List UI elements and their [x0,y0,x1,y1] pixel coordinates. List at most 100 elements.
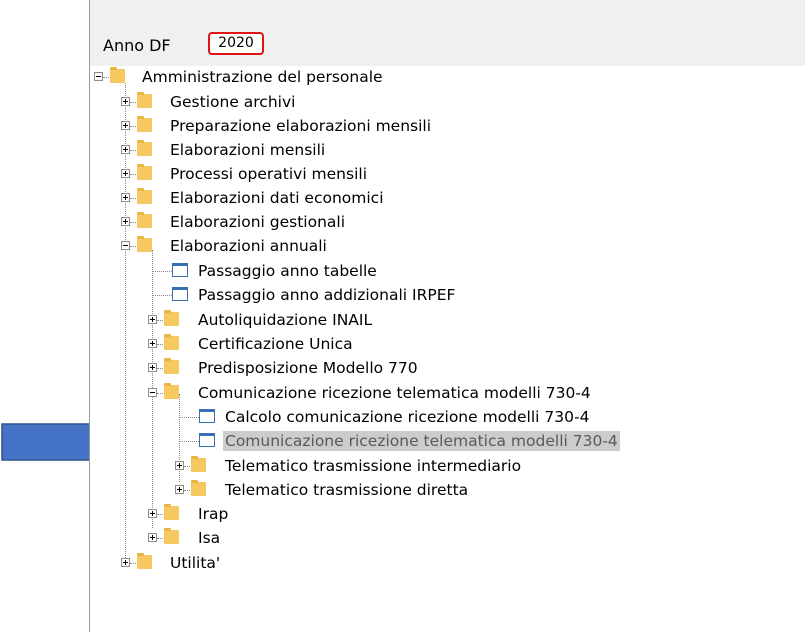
tree-connector [130,126,136,127]
tree-item-label: Elaborazioni dati economici [170,189,384,207]
tree-connector [157,344,163,345]
tree-item-annuali[interactable]: Elaborazioni annuali [90,235,805,257]
folder-icon [137,188,152,204]
tree-item-elab-mensili[interactable]: Elaborazioni mensili [90,139,805,161]
folder-icon [137,140,152,156]
folder-icon [164,383,179,399]
tree-item-calcolo[interactable]: Calcolo comunicazione ricezione modelli … [90,406,805,428]
tree-item-label: Irap [198,505,229,523]
tree-item-cu[interactable]: Certificazione Unica [90,333,805,355]
year-input[interactable]: 2020 [208,32,264,55]
tree-item-label: Elaborazioni annuali [170,237,327,255]
folder-icon [137,553,152,569]
tree-item-root[interactable]: Amministrazione del personale [90,66,805,88]
folder-icon [110,67,125,83]
collapse-icon[interactable] [94,72,103,81]
folder-icon [164,528,179,544]
tree-connector [184,466,190,467]
collapse-icon[interactable] [121,241,130,250]
folder-icon [191,456,206,472]
year-label: Anno DF [103,36,171,55]
tree-item-preparazione[interactable]: Preparazione elaborazioni mensili [90,115,805,137]
tree-item-irap[interactable]: Irap [90,503,805,525]
tree-item-gestionali[interactable]: Elaborazioni gestionali [90,211,805,233]
tree-item-label: Autoliquidazione INAIL [198,311,373,329]
tree-connector [157,320,163,321]
tree-connector [157,538,163,539]
tree-item-comunicazione[interactable]: Comunicazione ricezione telematica model… [90,382,805,404]
tree-item-comunicazione-selected[interactable]: Comunicazione ricezione telematica model… [90,430,805,452]
folder-icon [137,92,152,108]
tree-item-label: Processi operativi mensili [170,165,368,183]
tree-item-gestione-archivi[interactable]: Gestione archivi [90,91,805,113]
menu-tree: Amministrazione del personale Gestione a… [90,66,805,632]
tree-item-label: Comunicazione ricezione telematica model… [198,384,591,402]
tree-item-passaggio-irpef[interactable]: Passaggio anno addizionali IRPEF [90,284,805,306]
tree-item-label: Isa [198,529,221,547]
tree-item-inail[interactable]: Autoliquidazione INAIL [90,309,805,331]
folder-icon [164,310,179,326]
tree-connector [179,417,199,418]
tree-item-intermediario[interactable]: Telematico trasmissione intermediario [90,455,805,477]
expand-icon[interactable] [175,461,184,470]
folder-icon [137,164,152,180]
folder-icon [164,358,179,374]
tree-item-dati-economici[interactable]: Elaborazioni dati economici [90,187,805,209]
tree-connector [184,490,190,491]
expand-icon[interactable] [121,145,130,154]
tree-connector [130,102,136,103]
folder-icon [191,480,206,496]
folder-icon [164,334,179,350]
expand-icon[interactable] [148,315,157,324]
tree-panel: Anno DF 2020 Amministrazione del persona… [89,0,805,632]
tree-item-770[interactable]: Predisposizione Modello 770 [90,357,805,379]
folder-icon [137,236,152,252]
tree-connector [157,368,163,369]
tree-connector [103,77,109,78]
expand-icon[interactable] [121,121,130,130]
filter-bar: Anno DF 2020 [90,0,805,66]
tree-item-passaggio-tabelle[interactable]: Passaggio anno tabelle [90,260,805,282]
expand-icon[interactable] [121,193,130,202]
form-icon [199,433,215,447]
collapse-icon[interactable] [148,388,157,397]
form-icon [199,409,215,423]
expand-icon[interactable] [148,533,157,542]
tree-connector [157,514,163,515]
tree-item-label: Amministrazione del personale [142,68,383,86]
tree-connector [130,563,136,564]
tree-item-label: Preparazione elaborazioni mensili [170,117,432,135]
tree-item-label: Telematico trasmissione intermediario [225,457,522,475]
tree-connector [152,295,172,296]
expand-icon[interactable] [121,97,130,106]
tree-item-label: Elaborazioni mensili [170,141,326,159]
tree-item-processi[interactable]: Processi operativi mensili [90,163,805,185]
tree-item-label: Elaborazioni gestionali [170,213,346,231]
form-icon [172,287,188,301]
tree-connector [152,271,172,272]
expand-icon[interactable] [121,169,130,178]
tree-item-label: Calcolo comunicazione ricezione modelli … [225,408,590,426]
expand-icon[interactable] [121,217,130,226]
folder-icon [137,212,152,228]
expand-icon[interactable] [148,339,157,348]
expand-icon[interactable] [148,363,157,372]
folder-icon [164,504,179,520]
expand-icon[interactable] [121,558,130,567]
tree-item-utilita[interactable]: Utilita' [90,552,805,574]
tree-item-label: Passaggio anno addizionali IRPEF [198,286,456,304]
tree-item-label: Gestione archivi [170,93,296,111]
tree-item-isa[interactable]: Isa [90,527,805,549]
tree-item-label: Passaggio anno tabelle [198,262,377,280]
form-icon [172,263,188,277]
tree-connector [130,222,136,223]
tree-connector [130,198,136,199]
tree-connector [130,246,136,247]
expand-icon[interactable] [175,485,184,494]
expand-icon[interactable] [148,509,157,518]
tree-connector [157,393,163,394]
tree-connector [130,174,136,175]
tree-item-label: Certificazione Unica [198,335,353,353]
tree-item-label: Telematico trasmissione diretta [225,481,469,499]
tree-item-diretta[interactable]: Telematico trasmissione diretta [90,479,805,501]
